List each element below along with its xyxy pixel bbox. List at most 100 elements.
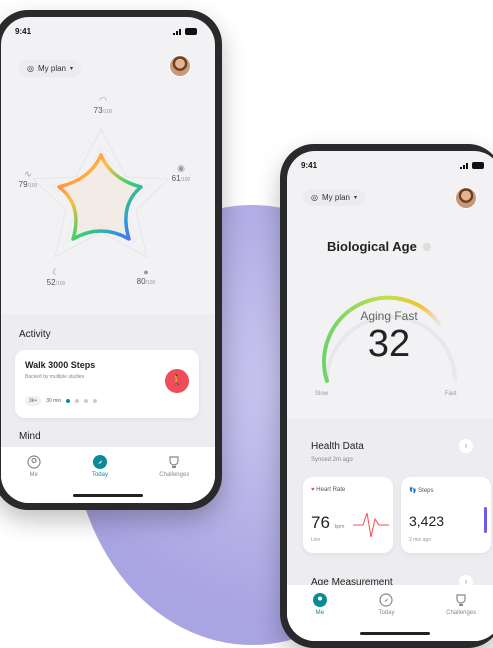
gauge-fast-label: Fast (445, 391, 457, 397)
drop-icon: ● (143, 267, 149, 277)
tab-challenges[interactable]: Challenges (159, 455, 189, 478)
info-icon[interactable] (423, 243, 432, 251)
tab-label: Challenges (446, 610, 477, 616)
metric-right: ◉ 61/100 (161, 163, 201, 183)
metric-bottom-right: ● 80/100 (131, 267, 161, 286)
gauge-icon: ◠ (99, 95, 107, 105)
heart-rate-label-row: ♥ Heart Rate (311, 487, 345, 493)
heart-rate-value-row: 76 bpm (311, 513, 344, 533)
status-bar: 9:41 (1, 27, 215, 41)
steps-sub: 2 min ago (409, 537, 431, 543)
battery-icon (472, 162, 484, 169)
heartbeat-line (353, 512, 389, 538)
metric-unit: /100 (27, 183, 38, 189)
progress-dot (84, 399, 89, 403)
gauge-status: Aging Fast (360, 309, 418, 323)
metric-value: 73 (93, 106, 103, 115)
phone-right: 9:41 ◎ My plan ▾ Biological Age Aging Fa… (280, 144, 493, 648)
metric-unit: /100 (145, 280, 156, 286)
steps-card[interactable]: 👣 Steps 3,423 2 min ago (401, 477, 491, 553)
status-time: 9:41 (15, 27, 32, 36)
metric-top: ◠ 73/100 (83, 95, 123, 115)
synced-text: Synced 2m ago (311, 457, 353, 463)
metric-unit: /100 (180, 177, 191, 183)
moon-icon: ☾ (51, 267, 61, 277)
tab-me[interactable]: Me (27, 455, 41, 478)
heart-rate-sub: Live (311, 537, 321, 543)
status-bar: 9:41 (287, 161, 493, 175)
home-indicator (359, 632, 430, 635)
metric-value: 61 (171, 174, 181, 183)
heart-rate-value: 76 (311, 513, 330, 532)
trophy-icon (456, 594, 466, 606)
status-icons (173, 28, 199, 35)
steps-label: Steps (418, 488, 434, 494)
gauge-slow-label: Slow (315, 391, 329, 397)
time-chip: 30 min (46, 398, 62, 404)
health-chevron-button[interactable]: › (459, 439, 473, 453)
progress-dot (93, 399, 98, 403)
phone-right-screen: 9:41 ◎ My plan ▾ Biological Age Aging Fa… (287, 151, 493, 641)
tab-label: Challenges (159, 472, 190, 478)
phone-left: 9:41 ◎ My plan ▾ ◠ 73/100 ∿ 79/100 ◉ 61/… (0, 10, 222, 510)
progress-dot (75, 399, 80, 403)
heart-rate-label: Heart Rate (316, 487, 346, 493)
tab-label: Me (29, 472, 38, 478)
walk-button[interactable]: 🚶 (165, 369, 189, 393)
activity-card-title: Walk 3000 Steps (25, 360, 96, 370)
bio-title: Biological Age (327, 239, 432, 254)
tab-challenges[interactable]: Challenges (446, 593, 476, 616)
walking-icon: 🚶 (170, 375, 184, 387)
heart-rate-unit: bpm (334, 524, 345, 530)
mind-title: Mind (19, 431, 41, 442)
metric-value: 79 (18, 180, 28, 189)
steps-value: 3,423 (409, 513, 445, 529)
chevron-down-icon: ▾ (70, 66, 74, 72)
tab-today[interactable]: Today (92, 455, 108, 478)
metric-value: 52 (46, 278, 56, 287)
chat-icon: ◉ (177, 163, 185, 173)
plan-selector[interactable]: ◎ My plan ▾ (303, 189, 366, 206)
status-time: 9:41 (301, 161, 318, 170)
progress-dot (66, 399, 71, 403)
chevron-right-icon: › (464, 441, 468, 450)
activity-title: Activity (19, 329, 51, 340)
steps-chip: 3k+ (25, 396, 42, 406)
footsteps-icon: 👣 (409, 488, 417, 494)
bio-title-text: Biological Age (327, 239, 417, 254)
person-icon (27, 455, 41, 469)
tab-today[interactable]: Today (378, 593, 394, 616)
person-icon (312, 593, 327, 607)
metric-unit: /100 (55, 281, 66, 287)
trophy-icon (169, 456, 179, 468)
heart-icon: ♥ (311, 487, 315, 493)
steps-label-row: 👣 Steps (409, 487, 434, 494)
avatar[interactable] (169, 55, 191, 77)
activity-card-subtitle: Backed by multiple studies (25, 374, 85, 380)
activity-card[interactable]: Walk 3000 Steps Backed by multiple studi… (15, 350, 199, 418)
plan-label: My plan (37, 64, 66, 73)
metric-unit: /100 (102, 109, 113, 115)
tab-me[interactable]: Me (312, 593, 327, 616)
tab-label: Today (91, 472, 108, 478)
status-icons (460, 162, 486, 169)
pulse-icon: ∿ (24, 169, 32, 179)
metric-bottom-left: ☾ 52/100 (41, 267, 71, 287)
tab-label: Today (378, 610, 395, 616)
activity-chips: 3k+ 30 min (25, 396, 98, 406)
steps-bar (484, 507, 487, 533)
heart-rate-card[interactable]: ♥ Heart Rate 76 bpm Live (303, 477, 393, 553)
compass-icon (92, 455, 107, 469)
metric-value: 80 (136, 277, 146, 286)
signal-icon (460, 162, 468, 169)
home-indicator (73, 494, 143, 497)
plan-label: My plan (321, 193, 350, 202)
tab-label: Me (315, 610, 324, 616)
plan-icon: ◎ (27, 64, 34, 73)
compass-icon (379, 593, 394, 607)
plan-selector[interactable]: ◎ My plan ▾ (19, 60, 82, 77)
plan-icon: ◎ (311, 193, 318, 202)
chevron-down-icon: ▾ (354, 195, 358, 201)
avatar[interactable] (455, 187, 477, 209)
radar-chart (31, 127, 171, 258)
